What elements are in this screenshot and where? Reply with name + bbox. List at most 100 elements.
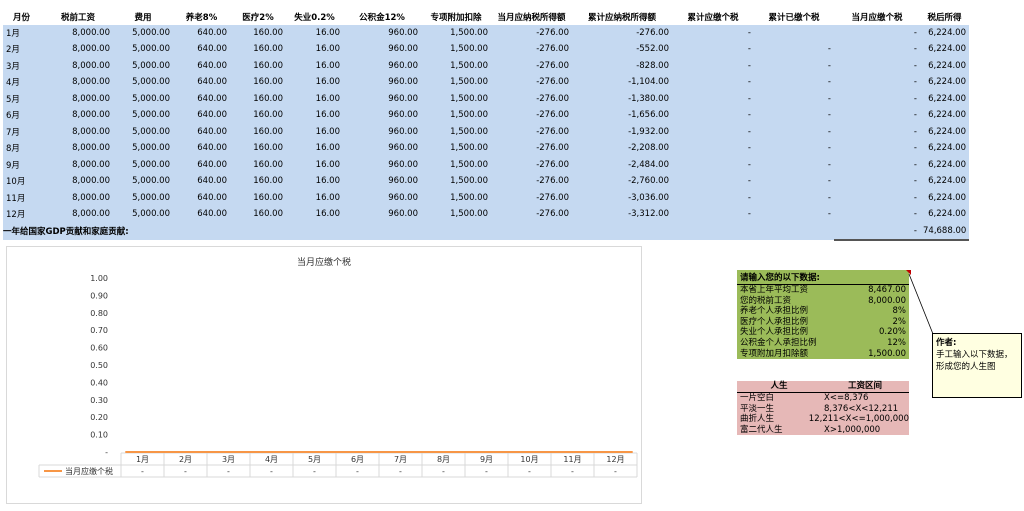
table-cell[interactable]: 6,224.00 [920,74,969,91]
table-cell[interactable]: 7月 [3,123,43,141]
table-cell[interactable]: - [834,25,920,42]
table-cell[interactable]: 8,000.00 [43,206,113,223]
table-cell[interactable]: -1,104.00 [572,74,672,91]
table-cell[interactable]: 960.00 [343,25,421,42]
table-cell[interactable]: 5,000.00 [113,107,173,124]
table-cell[interactable]: 5,000.00 [113,189,173,207]
table-cell[interactable]: 16.00 [286,140,343,157]
table-cell[interactable]: -276.00 [491,140,572,157]
table-cell[interactable]: 6,224.00 [920,173,969,190]
table-cell[interactable]: 5,000.00 [113,41,173,58]
table-cell[interactable]: 640.00 [173,156,230,174]
table-cell[interactable]: 160.00 [230,206,286,223]
table-cell[interactable]: - [834,41,920,58]
table-cell[interactable]: 8,000.00 [43,189,113,207]
table-cell[interactable]: - [672,90,754,108]
table-cell[interactable]: - [834,156,920,174]
table-cell[interactable]: - [754,41,834,58]
table-cell[interactable]: 5,000.00 [113,90,173,108]
table-cell[interactable]: 6,224.00 [920,123,969,141]
table-cell[interactable]: - [834,189,920,207]
life-name[interactable]: 曲折人生 [737,414,809,425]
table-cell[interactable]: -276.00 [491,123,572,141]
table-cell[interactable]: 8,000.00 [43,173,113,190]
column-header[interactable]: 累计应缴个税 [672,9,754,25]
life-name[interactable]: 平淡一生 [737,404,824,415]
table-cell[interactable]: 6,224.00 [920,90,969,108]
column-header[interactable]: 累计已缴个税 [754,9,834,25]
table-cell[interactable]: 160.00 [230,173,286,190]
input-value[interactable]: 12% [887,338,906,349]
input-value[interactable]: 8,467.00 [868,285,906,296]
table-cell[interactable]: - [672,41,754,58]
table-cell[interactable]: 160.00 [230,57,286,75]
input-value[interactable]: 1,500.00 [868,349,906,360]
life-name[interactable]: 一片空白 [737,393,824,404]
table-cell[interactable]: 640.00 [173,189,230,207]
column-header[interactable]: 专项附加扣除 [421,9,491,25]
table-cell[interactable]: 10月 [3,173,43,190]
table-cell[interactable]: 6,224.00 [920,140,969,157]
table-cell[interactable]: -276.00 [491,206,572,223]
table-cell[interactable]: 6,224.00 [920,107,969,124]
table-cell[interactable]: - [754,74,834,91]
table-cell[interactable]: - [672,57,754,75]
table-cell[interactable]: -828.00 [572,57,672,75]
table-cell[interactable]: 1,500.00 [421,189,491,207]
table-cell[interactable]: 1,500.00 [421,74,491,91]
table-cell[interactable]: 6,224.00 [920,41,969,58]
table-cell[interactable]: - [754,123,834,141]
summary-net-total[interactable]: 74,688.00 [920,222,969,241]
table-cell[interactable]: 640.00 [173,173,230,190]
table-cell[interactable]: - [754,90,834,108]
table-cell[interactable]: 12月 [3,206,43,223]
table-cell[interactable]: 160.00 [230,189,286,207]
table-cell[interactable]: 960.00 [343,156,421,174]
table-cell[interactable]: 960.00 [343,90,421,108]
table-cell[interactable]: 640.00 [173,140,230,157]
table-cell[interactable]: 160.00 [230,25,286,42]
table-cell[interactable]: -276.00 [491,156,572,174]
table-cell[interactable]: 8,000.00 [43,74,113,91]
table-cell[interactable]: 6月 [3,107,43,124]
table-cell[interactable]: 8,000.00 [43,90,113,108]
table-cell[interactable]: 1,500.00 [421,140,491,157]
life-range[interactable]: X>1,000,000 [824,425,909,436]
table-cell[interactable]: 1,500.00 [421,173,491,190]
table-cell[interactable]: 5,000.00 [113,173,173,190]
table-cell[interactable]: -276.00 [491,25,572,42]
table-cell[interactable]: -2,760.00 [572,173,672,190]
table-cell[interactable]: 8,000.00 [43,25,113,42]
table-cell[interactable]: 4月 [3,74,43,91]
table-cell[interactable]: 6,224.00 [920,189,969,207]
column-header[interactable]: 公积金12% [343,9,421,25]
life-range[interactable]: 12,211<X<=1,000,000 [809,414,909,425]
table-cell[interactable]: 16.00 [286,156,343,174]
table-cell[interactable]: 2月 [3,41,43,58]
table-cell[interactable]: 640.00 [173,107,230,124]
table-cell[interactable]: 16.00 [286,90,343,108]
table-cell[interactable]: 16.00 [286,107,343,124]
table-cell[interactable]: 5,000.00 [113,123,173,141]
column-header[interactable]: 失业0.2% [286,9,343,25]
table-cell[interactable]: 16.00 [286,25,343,42]
table-cell[interactable]: -276.00 [491,74,572,91]
table-cell[interactable]: 1,500.00 [421,41,491,58]
table-cell[interactable]: 6,224.00 [920,57,969,75]
table-cell[interactable]: 5,000.00 [113,74,173,91]
table-cell[interactable]: 1,500.00 [421,25,491,42]
table-cell[interactable]: 5,000.00 [113,57,173,75]
column-header[interactable]: 税前工资 [43,9,113,25]
table-cell[interactable]: 5,000.00 [113,206,173,223]
table-cell[interactable]: 8,000.00 [43,140,113,157]
table-cell[interactable]: - [834,206,920,223]
table-cell[interactable]: -276.00 [491,107,572,124]
table-cell[interactable]: -276.00 [491,57,572,75]
input-value[interactable]: 8,000.00 [868,296,906,307]
table-cell[interactable]: 160.00 [230,90,286,108]
table-cell[interactable]: 8,000.00 [43,107,113,124]
table-cell[interactable]: -276.00 [572,25,672,42]
table-cell[interactable]: - [834,173,920,190]
table-cell[interactable]: - [834,74,920,91]
table-cell[interactable]: 6,224.00 [920,25,969,42]
